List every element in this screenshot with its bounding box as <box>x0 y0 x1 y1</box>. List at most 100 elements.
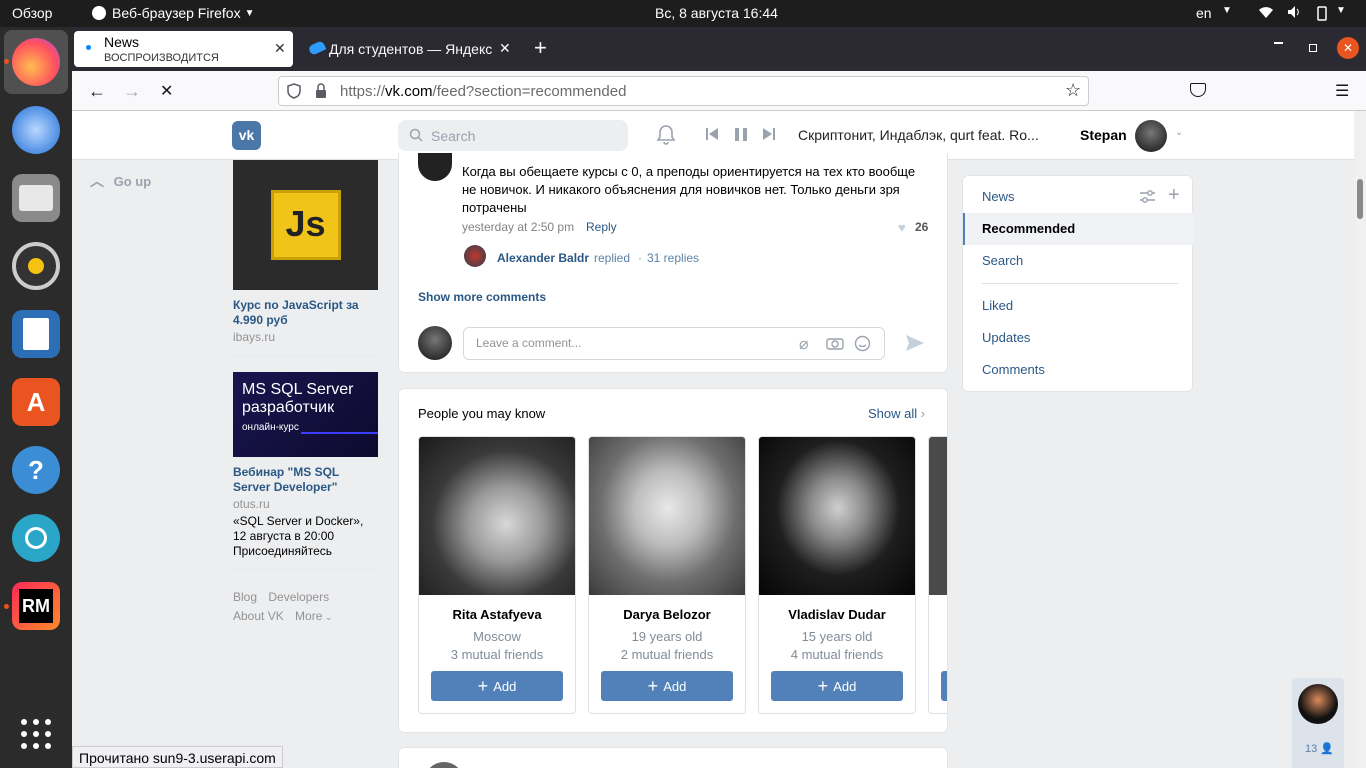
menu-item-liked[interactable]: Liked <box>963 290 1193 322</box>
volume-icon[interactable] <box>1287 5 1303 22</box>
person-photo[interactable] <box>589 437 745 595</box>
footer-link-about[interactable]: About VK <box>233 609 284 623</box>
back-icon[interactable]: ← <box>88 81 106 102</box>
bookmark-star-icon[interactable]: ☆ <box>1065 80 1081 101</box>
attach-icon[interactable]: ⌀ <box>799 334 809 354</box>
new-tab-icon[interactable]: + <box>534 35 547 61</box>
footer-link-developers[interactable]: Developers <box>268 590 329 604</box>
footer-link-blog[interactable]: Blog <box>233 590 257 604</box>
replier-avatar[interactable] <box>464 245 486 267</box>
add-feed-icon[interactable]: + <box>1168 184 1180 207</box>
battery-icon[interactable] <box>1314 5 1330 24</box>
heart-icon[interactable]: ♥ <box>898 220 906 235</box>
person-card-partial[interactable] <box>928 436 947 714</box>
tab-news[interactable]: News ВОСПРОИЗВОДИТСЯ ✕ <box>74 31 293 67</box>
chat-avatar[interactable] <box>1298 684 1338 724</box>
ad-2[interactable]: MS SQL Server разработчик онлайн-курс Ве… <box>233 372 378 559</box>
user-name[interactable]: Stepan <box>1080 127 1127 143</box>
person-card[interactable]: Darya Belozor 19 years old 2 mutual frien… <box>588 436 746 714</box>
menu-item-search[interactable]: Search <box>963 245 1193 277</box>
replies-count-link[interactable]: 31 replies <box>647 251 699 265</box>
chevron-down-icon[interactable]: ⌄ <box>1175 127 1183 138</box>
files-icon[interactable] <box>12 174 60 222</box>
forward-icon[interactable]: → <box>123 81 141 102</box>
person-name[interactable]: Vladislav Dudar <box>759 607 915 622</box>
vk-logo[interactable]: vk <box>232 121 261 150</box>
post-author-avatar[interactable] <box>424 762 464 768</box>
add-friend-button[interactable]: + Add <box>601 671 733 701</box>
clock[interactable]: Вс, 8 августа 16:44 <box>655 5 778 21</box>
comment-input[interactable]: Leave a comment... ⌀ <box>463 327 885 360</box>
menu-label: Recommended <box>982 221 1076 236</box>
close-tab-icon[interactable]: ✕ <box>499 40 511 57</box>
show-applications-icon[interactable] <box>12 710 60 758</box>
pocket-icon[interactable] <box>1190 83 1206 97</box>
url-bar[interactable]: https://vk.com/feed?section=recommended … <box>278 76 1089 106</box>
person-photo[interactable] <box>759 437 915 595</box>
camera-icon[interactable] <box>826 336 844 353</box>
activities-button[interactable]: Обзор <box>12 5 52 21</box>
menu-item-comments[interactable]: Comments <box>963 354 1193 386</box>
pause-icon[interactable] <box>735 128 747 144</box>
vk-search-input[interactable]: Search <box>398 120 628 151</box>
menu-item-updates[interactable]: Updates <box>963 322 1193 354</box>
rubymine-icon[interactable]: RM <box>12 582 60 630</box>
thunderbird-icon[interactable] <box>12 106 60 154</box>
libreoffice-writer-icon[interactable] <box>12 310 60 358</box>
firefox-icon[interactable] <box>12 38 60 86</box>
person-name[interactable]: Rita Astafyeva <box>419 607 575 622</box>
person-name[interactable]: Darya Belozor <box>589 607 745 622</box>
add-friend-button[interactable]: + Add <box>771 671 903 701</box>
add-friend-button[interactable]: + Add <box>431 671 563 701</box>
app-menu-label: Веб-браузер Firefox <box>112 5 241 21</box>
now-playing-track[interactable]: Скриптонит, Индаблэк, qurt feat. Ro... <box>798 127 1039 143</box>
reply-link[interactable]: Reply <box>586 220 617 234</box>
app-menu[interactable]: Веб-браузер Firefox ▼ <box>92 5 255 21</box>
screenshot-tool-icon[interactable] <box>12 514 60 562</box>
ad-title[interactable]: Вебинар "MS SQL Server Developer" <box>233 465 378 495</box>
help-icon[interactable]: ? <box>12 446 60 494</box>
page-scrollbar[interactable] <box>1354 111 1366 768</box>
go-up-button[interactable]: ︿ Go up <box>90 171 151 191</box>
chat-widget[interactable]: 13 👤 <box>1292 678 1344 768</box>
filter-settings-icon[interactable] <box>1140 190 1155 206</box>
person-card[interactable]: Vladislav Dudar 15 years old 4 mutual fri… <box>758 436 916 714</box>
show-all-link[interactable]: Show all › <box>868 406 925 421</box>
go-up-label: Go up <box>113 174 152 189</box>
close-window-icon[interactable]: ✕ <box>1337 37 1359 59</box>
close-tab-icon[interactable]: ✕ <box>274 40 286 57</box>
ad-title[interactable]: Курс по JavaScript за 4.990 руб <box>233 298 378 328</box>
notifications-bell-icon[interactable] <box>656 124 676 149</box>
hamburger-menu-icon[interactable]: ☰ <box>1335 81 1349 101</box>
commenter-avatar[interactable] <box>418 153 452 181</box>
lock-icon[interactable] <box>315 83 327 102</box>
scrollbar-thumb[interactable] <box>1357 179 1363 219</box>
tracking-shield-icon[interactable] <box>287 83 301 102</box>
comment-text: Когда вы обещаете курсы с 0, а преподы о… <box>462 164 916 215</box>
user-avatar[interactable] <box>1135 120 1167 152</box>
my-avatar[interactable] <box>418 326 452 360</box>
previous-track-icon[interactable] <box>706 128 718 140</box>
app-center-icon[interactable]: A <box>12 378 60 426</box>
tab-yandex[interactable]: Для студентов — Яндекс ✕ <box>301 31 517 67</box>
stop-loading-icon[interactable]: ✕ <box>160 81 173 101</box>
person-card[interactable]: Rita Astafyeva Moscow 3 mutual friends + A… <box>418 436 576 714</box>
emoji-icon[interactable] <box>854 335 871 355</box>
comment-time[interactable]: yesterday at 2:50 pm <box>462 220 574 234</box>
footer-link-more[interactable]: More <box>295 609 322 623</box>
language-indicator[interactable]: en <box>1196 5 1212 21</box>
person-photo[interactable] <box>419 437 575 595</box>
replier-name[interactable]: Alexander Baldr <box>497 251 589 265</box>
next-track-icon[interactable] <box>763 128 775 143</box>
maximize-icon[interactable] <box>1309 44 1317 52</box>
add-friend-button[interactable] <box>941 671 947 701</box>
rhythmbox-icon[interactable] <box>12 242 60 290</box>
ad-1[interactable]: Js Курс по JavaScript за 4.990 руб ibays… <box>233 160 378 344</box>
show-more-comments[interactable]: Show more comments <box>418 290 546 304</box>
menu-item-news[interactable]: News <box>963 181 1193 213</box>
send-icon[interactable] <box>905 333 925 356</box>
minimize-icon[interactable] <box>1274 42 1283 44</box>
wifi-icon[interactable] <box>1258 5 1274 22</box>
menu-item-recommended[interactable]: Recommended <box>963 213 1193 245</box>
person-photo[interactable] <box>929 437 947 595</box>
